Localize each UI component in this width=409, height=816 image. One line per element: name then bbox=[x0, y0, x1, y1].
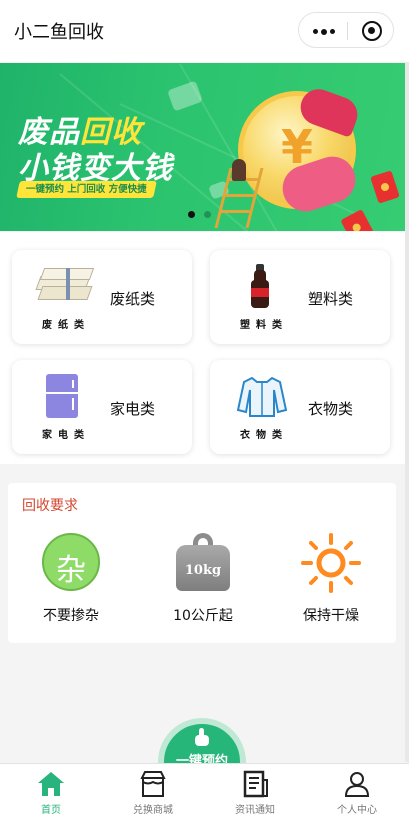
carousel-indicator bbox=[188, 211, 212, 219]
category-name: 家电类 bbox=[110, 400, 156, 418]
tab-label: 个人中心 bbox=[337, 805, 377, 816]
category-sub-label: 衣物类 bbox=[240, 430, 288, 441]
paper-leaf-icon bbox=[167, 80, 203, 112]
page-title: 小二鱼回收 bbox=[14, 22, 104, 43]
shirt-icon bbox=[234, 374, 290, 418]
weight-icon: 10kg bbox=[176, 533, 230, 593]
bottom-tab-bar: 首页 兑换商城 资讯通知 个人中心 bbox=[0, 763, 409, 816]
tap-hand-icon bbox=[195, 728, 209, 746]
category-sub-label: 家电类 bbox=[42, 430, 90, 441]
page-scrollbar[interactable] bbox=[405, 62, 409, 762]
cola-bottle-icon bbox=[234, 264, 290, 308]
requirement-item: 保持干燥 bbox=[276, 533, 386, 633]
home-icon bbox=[37, 770, 65, 798]
fridge-icon bbox=[36, 374, 92, 418]
tab-home[interactable]: 首页 bbox=[0, 764, 102, 816]
store-icon bbox=[139, 770, 167, 798]
tab-label: 资讯通知 bbox=[235, 805, 275, 816]
paper-stack-icon bbox=[35, 264, 95, 308]
mixed-glyph: 杂 bbox=[56, 553, 86, 588]
requirement-item: 杂 不要掺杂 bbox=[16, 533, 126, 633]
tab-news[interactable]: 资讯通知 bbox=[204, 764, 306, 816]
category-sub-label: 废纸类 bbox=[42, 320, 90, 331]
tab-profile[interactable]: 个人中心 bbox=[306, 764, 408, 816]
red-envelope-icon bbox=[370, 170, 400, 204]
category-card-clothing[interactable]: 衣物类 衣物类 bbox=[210, 360, 390, 454]
category-name: 废纸类 bbox=[110, 290, 156, 308]
category-name: 衣物类 bbox=[308, 400, 354, 418]
capsule-divider bbox=[347, 22, 348, 40]
category-grid: 废纸类 废纸类 塑料类 塑料类 家电类 家电类 衣物类 衣物类 bbox=[0, 232, 405, 464]
user-icon bbox=[343, 770, 371, 798]
navigation-bar: 小二鱼回收 bbox=[0, 0, 409, 62]
tab-store[interactable]: 兑换商城 bbox=[102, 764, 204, 816]
requirement-item: 10kg 10公斤起 bbox=[148, 533, 258, 633]
category-name: 塑料类 bbox=[308, 290, 354, 308]
promo-banner[interactable]: 废品回收 小钱变大钱 一键预约 上门回收 方便快捷 ¥ bbox=[0, 63, 405, 231]
target-close-icon[interactable] bbox=[362, 21, 382, 41]
tab-label: 首页 bbox=[41, 805, 61, 816]
category-card-plastic[interactable]: 塑料类 塑料类 bbox=[210, 250, 390, 344]
weight-glyph: 10kg bbox=[184, 563, 222, 578]
requirement-label: 保持干燥 bbox=[303, 608, 359, 624]
carousel-dot-active[interactable] bbox=[188, 211, 195, 218]
requirements-title: 回收要求 bbox=[22, 498, 78, 514]
recycle-requirements-panel: 回收要求 杂 不要掺杂 10kg 10公斤起 保持干燥 bbox=[8, 483, 396, 643]
carousel-dot[interactable] bbox=[204, 211, 211, 218]
requirement-label: 不要掺杂 bbox=[43, 608, 99, 624]
banner-tagline: 一键预约 上门回收 方便快捷 bbox=[16, 181, 157, 198]
news-icon bbox=[241, 770, 269, 798]
category-card-appliance[interactable]: 家电类 家电类 bbox=[12, 360, 192, 454]
more-dots-icon[interactable] bbox=[313, 28, 335, 35]
mini-program-capsule bbox=[298, 12, 394, 48]
red-envelope-icon bbox=[340, 209, 376, 231]
requirement-label: 10公斤起 bbox=[173, 608, 233, 624]
category-card-paper[interactable]: 废纸类 废纸类 bbox=[12, 250, 192, 344]
banner-tagline-text: 一键预约 上门回收 方便快捷 bbox=[26, 184, 147, 195]
sun-icon bbox=[301, 533, 361, 593]
category-sub-label: 塑料类 bbox=[240, 320, 288, 331]
tab-label: 兑换商城 bbox=[133, 805, 173, 816]
mixed-circle-icon: 杂 bbox=[42, 533, 100, 591]
person-icon bbox=[232, 159, 246, 181]
